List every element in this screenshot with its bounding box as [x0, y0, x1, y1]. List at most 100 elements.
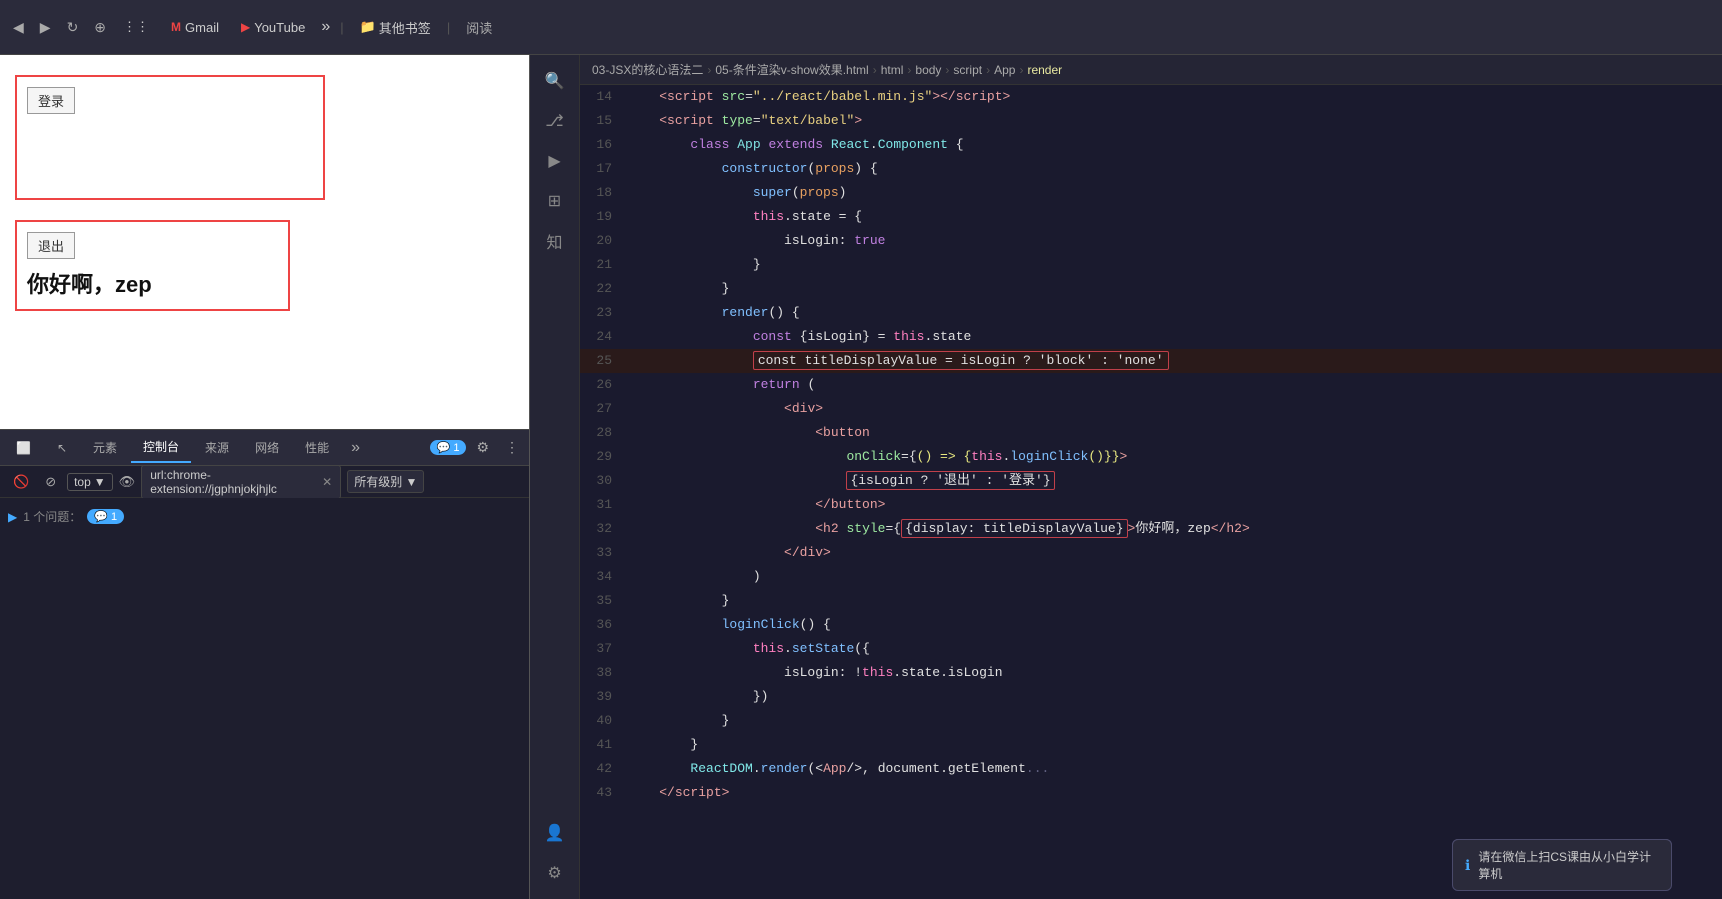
breadcrumb-sep-3: › — [945, 63, 949, 77]
gmail-bookmark[interactable]: M Gmail — [165, 17, 225, 38]
issue-badge[interactable]: 💬 1 — [87, 509, 124, 524]
sidebar: 🔍 ⎇ ▶ ⊞ 知 👤 ⚙ — [530, 55, 580, 899]
line-number-16: 16 — [580, 133, 628, 157]
breadcrumb-item-3[interactable]: body — [915, 63, 941, 77]
line-content-16: class App extends React.Component { — [628, 133, 1722, 157]
code-line-28: 28 <button — [580, 421, 1722, 445]
console-issue: ▶ 1 个问题： 💬 1 — [8, 502, 521, 531]
filter-input-container: url:chrome-extension://jgphnjokjhjlc ✕ — [141, 465, 341, 499]
browser-bar: ◀ ▶ ↻ ⊕ ⋮⋮ M Gmail ▶ YouTube » | 📁 其他书签 … — [0, 0, 1722, 55]
sidebar-account[interactable]: 👤 — [537, 815, 573, 851]
breadcrumb-sep-1: › — [873, 63, 877, 77]
code-area[interactable]: 14 <script src="../react/babel.min.js"><… — [580, 85, 1722, 899]
youtube-bookmark[interactable]: ▶ YouTube — [235, 17, 311, 38]
line-number-15: 15 — [580, 109, 628, 133]
code-line-20: 20 isLogin: true — [580, 229, 1722, 253]
breadcrumb-sep-5: › — [1019, 63, 1023, 77]
breadcrumb-sep-4: › — [986, 63, 990, 77]
line-content-24: const {isLogin} = this.state — [628, 325, 1722, 349]
devtools-icons-right: 💬 1 ⚙ ⋮ — [430, 435, 525, 460]
gmail-label: Gmail — [185, 20, 219, 35]
line-content-20: isLogin: true — [628, 229, 1722, 253]
main-layout: 登录 退出 你好啊，zep ⬜ ↖ 元素 控 — [0, 55, 1722, 899]
new-tab-button[interactable]: ⊕ — [89, 15, 111, 40]
sidebar-settings[interactable]: ⚙ — [537, 855, 573, 891]
breadcrumb-sep-2: › — [907, 63, 911, 77]
code-line-25: 25 const titleDisplayValue = isLogin ? '… — [580, 349, 1722, 373]
line-content-35: } — [628, 589, 1722, 613]
bookmarks-more[interactable]: » — [321, 18, 330, 36]
devtools-panel: ⬜ ↖ 元素 控制台 来源 网络 性能 — [0, 429, 529, 899]
account-icon: 👤 — [545, 823, 565, 843]
line-content-26: return ( — [628, 373, 1722, 397]
login-button[interactable]: 登录 — [27, 87, 75, 114]
tab-performance[interactable]: 性能 — [293, 433, 341, 462]
reload-button[interactable]: ↻ — [62, 15, 84, 40]
tab-console[interactable]: 控制台 — [131, 432, 191, 463]
more-options-button[interactable]: ⋮ — [499, 435, 525, 460]
code-line-16: 16 class App extends React.Component { — [580, 133, 1722, 157]
line-number-38: 38 — [580, 661, 628, 685]
line-number-28: 28 — [580, 421, 628, 445]
reader-mode-button[interactable]: 阅读 — [460, 15, 498, 40]
sidebar-search[interactable]: 🔍 — [537, 63, 573, 99]
tab-elements[interactable]: 元素 — [81, 433, 129, 462]
line-number-39: 39 — [580, 685, 628, 709]
tab-sources[interactable]: 来源 — [193, 433, 241, 462]
forward-button[interactable]: ▶ — [35, 15, 56, 40]
settings-button[interactable]: ⚙ — [470, 435, 495, 460]
line-content-36: loginClick() { — [628, 613, 1722, 637]
issue-icon: 💬 — [94, 510, 108, 523]
line-number-21: 21 — [580, 253, 628, 277]
line-number-27: 27 — [580, 397, 628, 421]
highlight-box: {display: titleDisplayValue} — [901, 519, 1127, 538]
context-selector[interactable]: top ▼ — [67, 473, 113, 491]
inspect-icon: ⬜ — [16, 441, 31, 455]
youtube-label: YouTube — [254, 20, 305, 35]
line-number-43: 43 — [580, 781, 628, 805]
line-number-41: 41 — [580, 733, 628, 757]
tab-network[interactable]: 网络 — [243, 433, 291, 462]
issue-count-badge[interactable]: 💬 1 — [430, 440, 467, 455]
logout-button[interactable]: 退出 — [27, 232, 75, 259]
code-line-22: 22 } — [580, 277, 1722, 301]
line-number-18: 18 — [580, 181, 628, 205]
filter-clear-button[interactable]: ✕ — [322, 475, 332, 489]
code-line-19: 19 this.state = { — [580, 205, 1722, 229]
performance-label: 性能 — [305, 441, 329, 455]
breadcrumb-item-5[interactable]: App — [994, 63, 1015, 77]
breadcrumb-item-4[interactable]: script — [953, 63, 982, 77]
other-bookmarks[interactable]: 📁 其他书签 — [354, 15, 437, 40]
more-tabs-button[interactable]: » — [343, 433, 368, 463]
code-line-27: 27 <div> — [580, 397, 1722, 421]
code-line-18: 18 super(props) — [580, 181, 1722, 205]
stop-button[interactable]: ⊘ — [40, 472, 61, 492]
breadcrumb-item-1[interactable]: 05-条件渲染v-show效果.html — [715, 61, 868, 78]
tab-cursor[interactable]: ↖ — [45, 435, 79, 461]
line-content-31: </button> — [628, 493, 1722, 517]
sidebar-extensions[interactable]: ⊞ — [537, 183, 573, 219]
breadcrumb-item-2[interactable]: html — [881, 63, 904, 77]
clear-console-button[interactable]: 🚫 — [8, 472, 34, 492]
sidebar-run[interactable]: ▶ — [537, 143, 573, 179]
highlighted-code-box: const titleDisplayValue = isLogin ? 'blo… — [753, 351, 1169, 370]
line-content-23: render() { — [628, 301, 1722, 325]
eye-button[interactable]: 👁 — [119, 474, 136, 490]
devtools-tabs: ⬜ ↖ 元素 控制台 来源 网络 性能 — [0, 430, 529, 466]
line-number-22: 22 — [580, 277, 628, 301]
sidebar-git[interactable]: ⎇ — [537, 103, 573, 139]
issue-expand[interactable]: ▶ — [8, 510, 17, 524]
tab-inspect[interactable]: ⬜ — [4, 435, 43, 461]
breadcrumb: 03-JSX的核心语法二 › 05-条件渲染v-show效果.html › ht… — [580, 55, 1722, 85]
line-content-32: <h2 style={{display: titleDisplayValue}>… — [628, 517, 1722, 541]
line-content-33: </div> — [628, 541, 1722, 565]
line-content-42: ReactDOM.render(<App/>, document.getElem… — [628, 757, 1722, 781]
breadcrumb-item-0[interactable]: 03-JSX的核心语法二 — [592, 61, 703, 78]
sidebar-zhi[interactable]: 知 — [537, 223, 573, 259]
filter-input-value[interactable]: url:chrome-extension://jgphnjokjhjlc — [150, 468, 322, 496]
back-button[interactable]: ◀ — [8, 15, 29, 40]
line-number-26: 26 — [580, 373, 628, 397]
line-content-38: isLogin: !this.state.isLogin — [628, 661, 1722, 685]
apps-button[interactable]: ⋮⋮ — [117, 16, 155, 38]
log-level-select[interactable]: 所有级别 ▼ — [347, 470, 424, 493]
